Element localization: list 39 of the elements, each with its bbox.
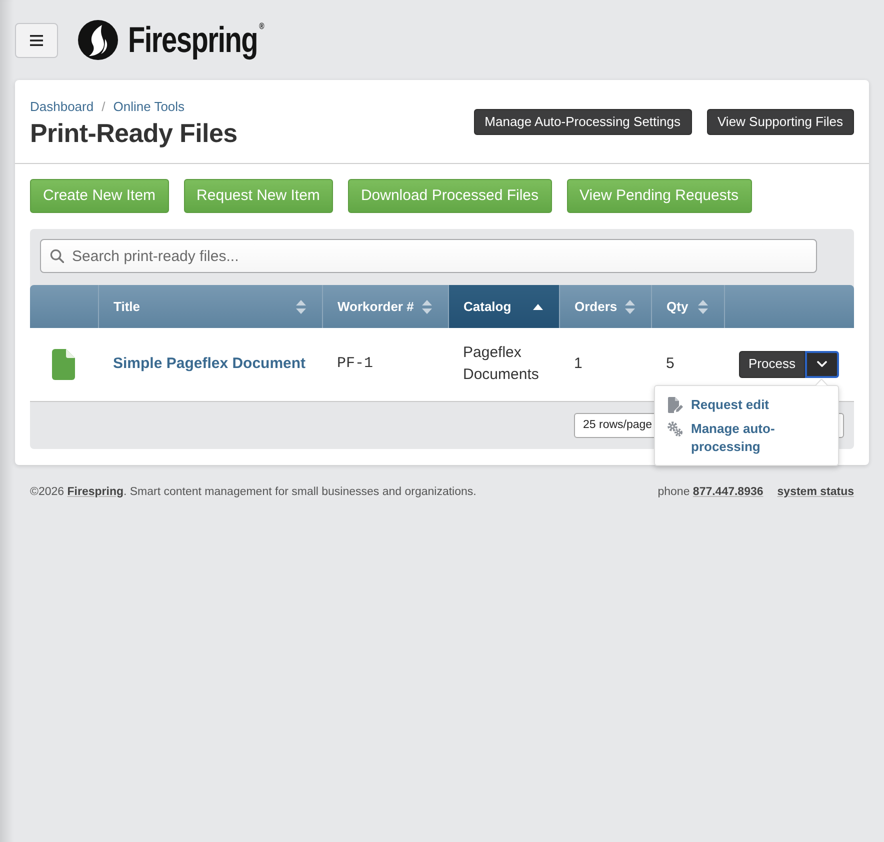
header-button[interactable]: View Supporting Files (706, 109, 854, 135)
phone-link[interactable]: 877.447.8936 (692, 486, 764, 498)
menu-item[interactable]: Manage auto-processing (655, 417, 838, 459)
sort-icon (296, 300, 306, 314)
process-button[interactable]: Process (739, 350, 805, 378)
copyright-text: ©2026 Firespring. Smart content management for small businesses and organizations. (30, 485, 476, 499)
column-header[interactable]: Catalog (448, 285, 559, 328)
gears-icon (667, 421, 683, 437)
table-cell: Pageflex Documents (448, 328, 559, 401)
dropdown-toggle-button[interactable] (805, 350, 839, 378)
column-header[interactable]: Orders (559, 285, 651, 328)
search-icon (50, 249, 64, 263)
document-title-link[interactable]: Simple Pageflex Document (113, 355, 306, 372)
column-header[interactable]: Qty (651, 285, 724, 328)
sort-icon (625, 300, 636, 314)
file-pen-icon (667, 397, 683, 413)
table-cell: 1 (559, 328, 651, 401)
system-status-link[interactable]: system status (777, 485, 854, 499)
menu-icon (30, 35, 43, 46)
sort-icon (698, 300, 708, 314)
sort-up-icon (532, 304, 542, 310)
header-button[interactable]: Manage Auto-Processing Settings (474, 109, 692, 135)
logo-icon (78, 20, 118, 60)
phone-text: phone 877.447.8936 (658, 485, 764, 499)
company-link[interactable]: Firespring (67, 486, 124, 498)
column-header[interactable]: Title (98, 285, 322, 328)
menu-button[interactable] (15, 23, 58, 58)
column-header[interactable]: Workorder # (322, 285, 448, 328)
brand-name: Firespring$^{®}$ (128, 20, 264, 60)
chevron-down-icon (817, 361, 827, 368)
header-cell (30, 285, 98, 328)
page-title: Print-Ready Files (30, 117, 238, 150)
search-field[interactable]: Search print-ready files... (40, 239, 817, 273)
table-cell: PF-1 (322, 328, 448, 401)
breadcrumb-link[interactable]: Dashboard (30, 98, 94, 116)
breadcrumb-link[interactable]: Online Tools (113, 98, 185, 116)
breadcrumb-separator: / (102, 98, 106, 116)
file-icon (52, 348, 75, 380)
sort-icon (422, 300, 432, 314)
